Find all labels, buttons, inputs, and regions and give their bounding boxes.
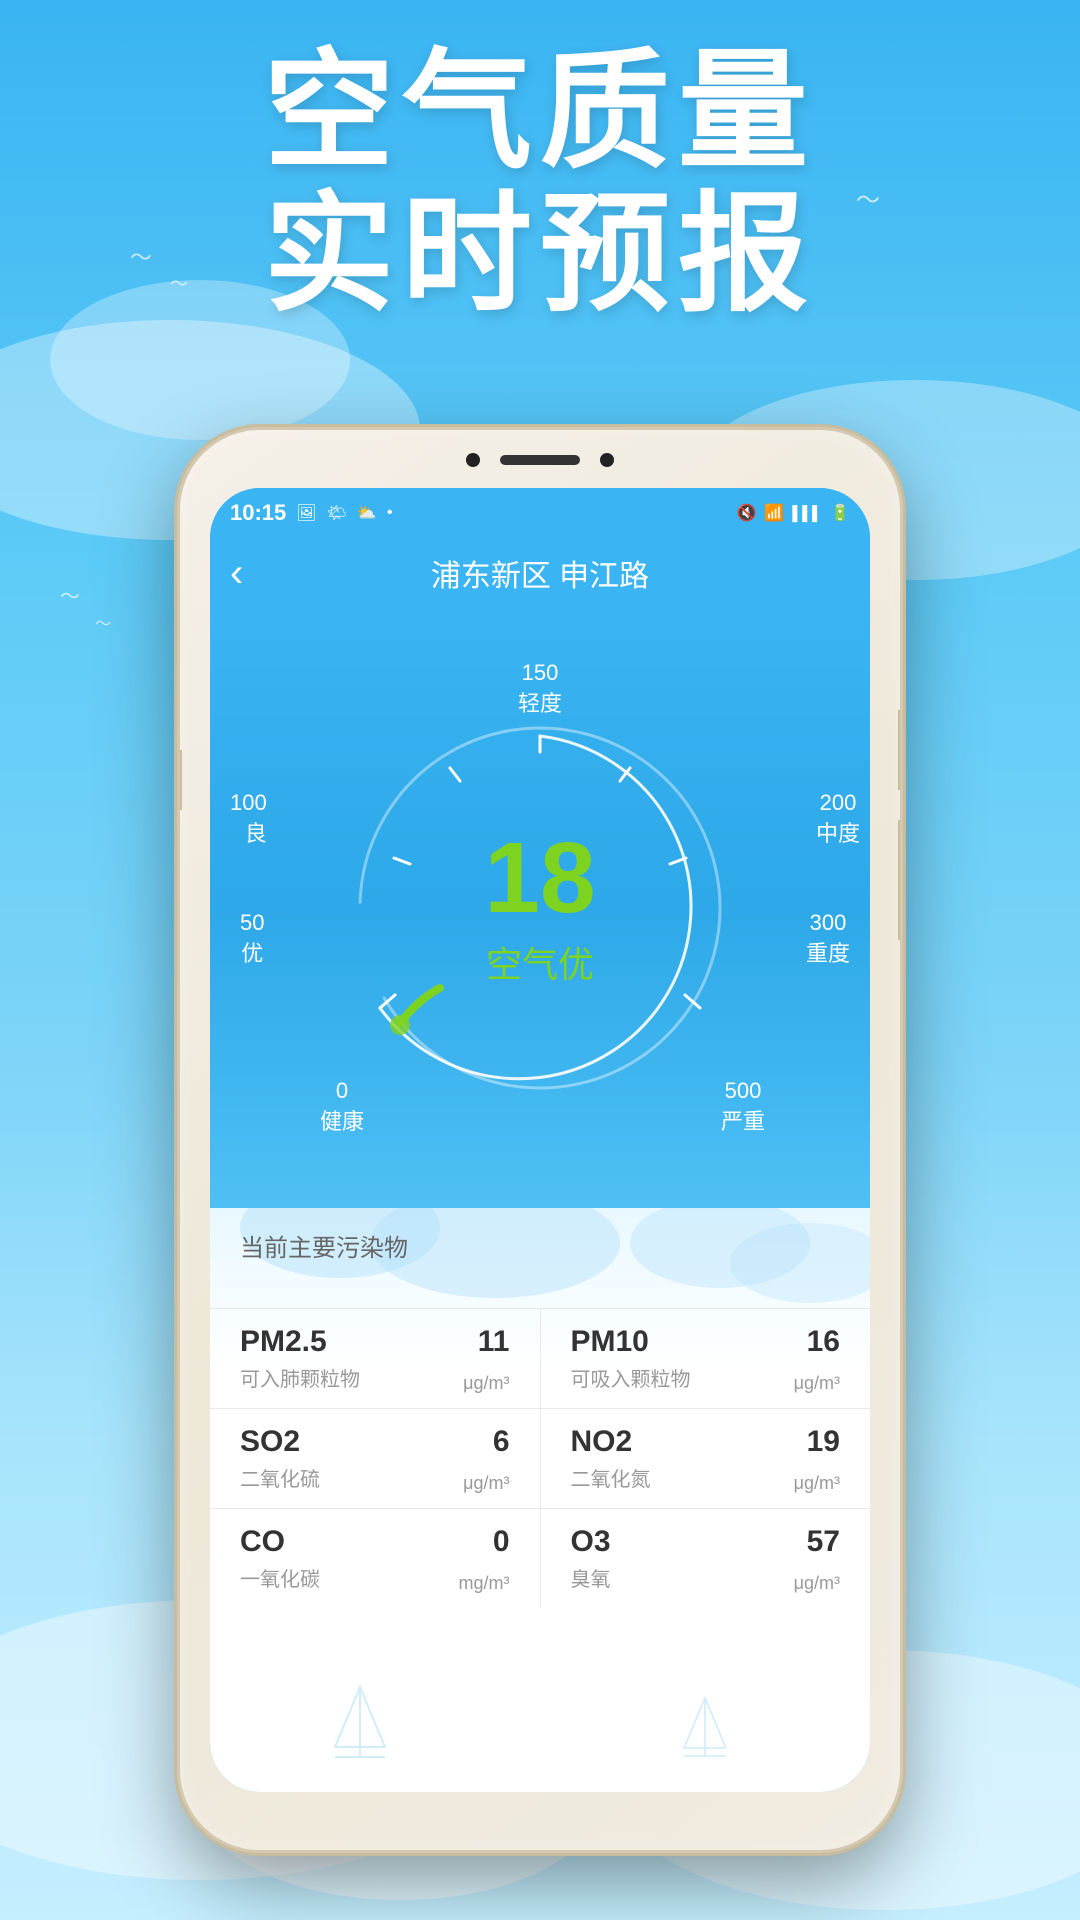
title-section: 空气质量 实时预报 xyxy=(0,40,1080,326)
wifi-icon: 📶 xyxy=(764,503,784,523)
phone-container: 10:15 🖼 🌤 ⛅ • 🔇 📶 ▌▌▌ 🔋 ‹ 浦东新区 申江路 xyxy=(180,430,900,1850)
pm10-name: PM10 xyxy=(571,1325,841,1359)
bird-3: 〜 xyxy=(60,580,80,609)
no2-cell: NO2 二氧化氮 19 μg/m³ xyxy=(541,1409,871,1508)
back-button[interactable]: ‹ xyxy=(230,551,243,596)
sailboat-2 xyxy=(680,1692,730,1762)
status-right: 🔇 📶 ▌▌▌ 🔋 xyxy=(736,503,850,523)
section-title: 当前主要污染物 xyxy=(240,1228,408,1263)
air-quality-label: 空气优 xyxy=(484,936,595,988)
dot-icon: • xyxy=(387,504,393,522)
time-display: 10:15 xyxy=(230,500,286,526)
aqi-value: 18 xyxy=(484,828,595,928)
pm10-unit: μg/m³ xyxy=(794,1373,840,1394)
pm10-value: 16 xyxy=(807,1325,840,1359)
phone-screen: 10:15 🖼 🌤 ⛅ • 🔇 📶 ▌▌▌ 🔋 ‹ 浦东新区 申江路 xyxy=(210,488,870,1792)
mute-icon: 🔇 xyxy=(736,503,756,523)
so2-cell: SO2 二氧化硫 6 μg/m³ xyxy=(210,1409,541,1508)
front-sensor xyxy=(600,453,614,467)
so2-unit: μg/m³ xyxy=(463,1473,509,1494)
pm25-cell: PM2.5 可入肺颗粒物 11 μg/m³ xyxy=(210,1309,541,1408)
gauge-center: 18 空气优 xyxy=(484,828,595,988)
volume-button-down xyxy=(898,820,900,940)
front-camera xyxy=(466,453,480,467)
bird-4: 〜 xyxy=(95,610,111,634)
o3-name: O3 xyxy=(571,1525,841,1559)
o3-unit: μg/m³ xyxy=(794,1573,840,1594)
sailboat-1 xyxy=(330,1682,390,1762)
co-name: CO xyxy=(240,1525,510,1559)
gauge-section: 150 轻度 100 良 200 中度 50 优 xyxy=(210,608,870,1208)
so2-name: SO2 xyxy=(240,1425,510,1459)
title-line1: 空气质量 xyxy=(0,40,1080,183)
no2-value: 19 xyxy=(807,1425,840,1459)
pollutant-table: PM2.5 可入肺颗粒物 11 μg/m³ PM10 可吸入颗粒物 16 μg/… xyxy=(210,1308,870,1608)
label-100: 100 良 xyxy=(230,788,267,850)
weather-icon: 🌤 xyxy=(327,503,347,523)
signal-icon: ▌▌▌ xyxy=(792,505,822,521)
pollutant-row-2: SO2 二氧化硫 6 μg/m³ NO2 二氧化氮 19 μg/m³ xyxy=(210,1408,870,1508)
label-200: 200 中度 xyxy=(816,788,860,850)
label-50: 50 优 xyxy=(240,908,264,970)
volume-button-up xyxy=(898,710,900,790)
label-300: 300 重度 xyxy=(806,908,850,970)
pollutant-row-1: PM2.5 可入肺颗粒物 11 μg/m³ PM10 可吸入颗粒物 16 μg/… xyxy=(210,1308,870,1408)
data-panel: 当前主要污染物 PM2.5 可入肺颗粒物 11 μg/m³ PM10 可吸入颗粒… xyxy=(210,1208,870,1792)
co-unit: mg/m³ xyxy=(459,1573,510,1594)
so2-value: 6 xyxy=(493,1425,510,1459)
pm25-value: 11 xyxy=(478,1325,510,1359)
pm25-unit: μg/m³ xyxy=(463,1373,509,1394)
o3-value: 57 xyxy=(807,1525,840,1559)
phone-top-bar xyxy=(440,446,640,474)
earpiece-speaker xyxy=(500,455,580,465)
cloud-icon: ⛅ xyxy=(357,503,377,523)
status-left: 10:15 🖼 🌤 ⛅ • xyxy=(230,500,392,526)
no2-unit: μg/m³ xyxy=(794,1473,840,1494)
title-line2: 实时预报 xyxy=(0,183,1080,326)
nav-bar: ‹ 浦东新区 申江路 xyxy=(210,538,870,608)
co-cell: CO 一氧化碳 0 mg/m³ xyxy=(210,1509,541,1608)
pollutant-row-3: CO 一氧化碳 0 mg/m³ O3 臭氧 57 μg/m³ xyxy=(210,1508,870,1608)
phone-frame: 10:15 🖼 🌤 ⛅ • 🔇 📶 ▌▌▌ 🔋 ‹ 浦东新区 申江路 xyxy=(180,430,900,1850)
location-title: 浦东新区 申江路 xyxy=(431,551,649,595)
pm25-name: PM2.5 xyxy=(240,1325,510,1359)
no2-name: NO2 xyxy=(571,1425,841,1459)
power-button xyxy=(180,750,182,810)
pm10-cell: PM10 可吸入颗粒物 16 μg/m³ xyxy=(541,1309,871,1408)
photo-icon: 🖼 xyxy=(296,503,316,523)
battery-icon: 🔋 xyxy=(830,503,850,523)
co-value: 0 xyxy=(493,1525,510,1559)
o3-cell: O3 臭氧 57 μg/m³ xyxy=(541,1509,871,1608)
status-bar: 10:15 🖼 🌤 ⛅ • 🔇 📶 ▌▌▌ 🔋 xyxy=(210,488,870,538)
gauge-wrapper: 150 轻度 100 良 200 中度 50 优 xyxy=(300,668,780,1148)
